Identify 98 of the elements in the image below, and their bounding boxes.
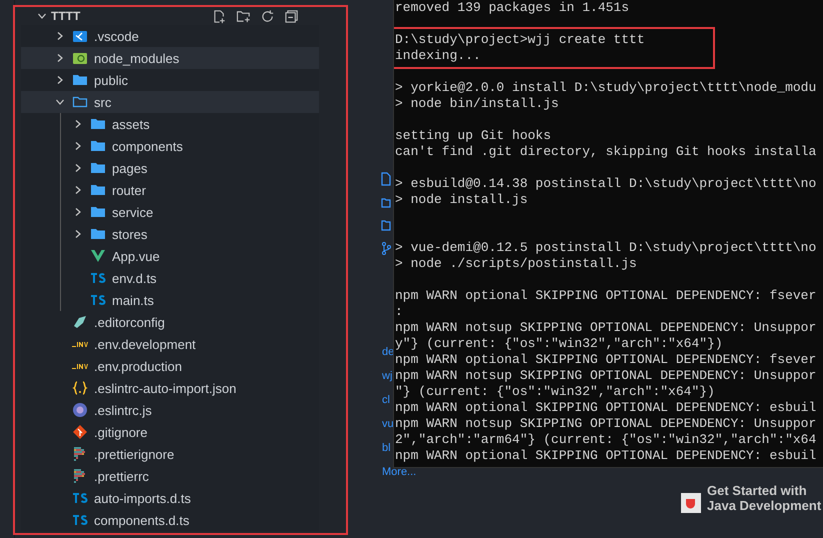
terminal-line: npm WARN notsup SKIPPING OPTIONAL DEPENDENCY: Unsuppor: [394, 320, 816, 336]
file-name: .gitignore: [94, 424, 148, 440]
tree-item[interactable]: router: [21, 179, 319, 201]
file-name: src: [94, 94, 112, 110]
walkthrough-card[interactable]: Get Started with Java Development: [681, 483, 822, 513]
file-name: public: [94, 72, 128, 88]
tree-item[interactable]: .editorconfig: [21, 311, 319, 333]
terminal-line: > node ./scripts/postinstall.js: [394, 256, 638, 272]
terminal-line: indexing...: [394, 48, 482, 64]
file-name: components.d.ts: [94, 512, 190, 528]
file-name: node_modules: [94, 50, 180, 66]
tree-item[interactable]: pages: [21, 157, 319, 179]
terminal-line: D:\study\project>wjj create tttt: [394, 32, 646, 48]
recent-link[interactable]: cl: [382, 393, 390, 407]
file-name: App.vue: [112, 248, 160, 264]
tree-item[interactable]: auto-imports.d.ts: [21, 487, 319, 509]
file-name: stores: [112, 226, 148, 242]
typescript-icon: [72, 512, 88, 528]
tree-item[interactable]: service: [21, 201, 319, 223]
file-name: router: [112, 182, 146, 198]
file-icon: [381, 172, 391, 186]
file-name: .eslintrc-auto-import.json: [94, 380, 236, 396]
collapse-icon[interactable]: [284, 8, 299, 24]
tree-item[interactable]: .env.production: [21, 355, 319, 377]
terminal-line: "} (current: {"os":"win32","arch":"x64"}): [394, 384, 716, 400]
terminal-line: npm WARN optional SKIPPING OPTIONAL DEPENDENCY: esbuil: [394, 400, 816, 416]
vue-icon: [90, 248, 106, 264]
project-title: TTTT: [51, 9, 80, 23]
tree-item[interactable]: .env.development: [21, 333, 319, 355]
tree-item[interactable]: .eslintrc-auto-import.json: [21, 377, 319, 399]
tree-item[interactable]: stores: [21, 223, 319, 245]
tree-item[interactable]: App.vue: [21, 245, 319, 267]
terminal-line: :: [394, 304, 404, 320]
file-name: .prettierrc: [94, 468, 149, 484]
file-name: main.ts: [112, 292, 154, 308]
file-name: .eslintrc.js: [94, 402, 152, 418]
file-name: assets: [112, 116, 150, 132]
terminal-line: removed 139 packages in 1.451s: [394, 0, 630, 16]
file-name: components: [112, 138, 183, 154]
recent-link[interactable]: de: [382, 345, 394, 359]
git-branch-icon: [381, 241, 391, 255]
tree-item[interactable]: .prettierrc: [21, 465, 319, 487]
terminal-line: > node install.js: [394, 192, 529, 208]
terminal-line: > vue-demi@0.12.5 postinstall D:\study\project\tttt\no: [394, 240, 816, 256]
tree-item[interactable]: env.d.ts: [21, 267, 319, 289]
node-folder-icon: [72, 50, 88, 66]
file-name: .vscode: [94, 28, 139, 44]
terminal-line: npm WARN notsup SKIPPING OPTIONAL DEPENDENCY: Unsuppor: [394, 416, 816, 432]
terminal-line: setting up Git hooks: [394, 128, 552, 144]
tree-item[interactable]: components.d.ts: [21, 509, 319, 531]
file-name: .prettierignore: [94, 446, 174, 462]
file-name: .env.production: [94, 358, 182, 374]
terminal-line: > esbuild@0.14.38 postinstall D:\study\project\tttt\no: [394, 176, 816, 192]
terminal-line: npm WARN optional SKIPPING OPTIONAL DEPENDENCY: fsever: [394, 288, 816, 304]
tree-item[interactable]: .prettierignore: [21, 443, 319, 465]
refresh-icon[interactable]: [260, 8, 275, 24]
card-subtitle: Java Development: [707, 498, 822, 513]
file-name: .editorconfig: [94, 314, 165, 330]
chevron-icon: [37, 11, 47, 21]
typescript-icon: [90, 270, 106, 286]
file-name: auto-imports.d.ts: [94, 490, 191, 506]
new-file-icon[interactable]: [212, 8, 227, 24]
tree-item[interactable]: .gitignore: [21, 421, 319, 443]
terminal-line: npm WARN optional SKIPPING OPTIONAL DEPENDENCY: esbuil: [394, 448, 816, 464]
tree-item[interactable]: .vscode: [21, 25, 319, 47]
vscode-folder-icon: [72, 28, 88, 44]
tree-item[interactable]: src: [21, 91, 319, 113]
file-name: service: [112, 204, 154, 220]
terminal-line: 2","arch":"arm64"} (current: {"os":"win32","arch":"x64: [394, 432, 816, 448]
prettier-icon: [72, 446, 88, 462]
folder-icon: [381, 218, 391, 232]
more-link[interactable]: More...: [382, 465, 416, 479]
tree-item[interactable]: .eslintrc.js: [21, 399, 319, 421]
card-title: Get Started with: [707, 483, 808, 498]
file-name: .env.development: [94, 336, 196, 352]
coffee-cup-icon: [681, 493, 701, 513]
terminal-line: can't find .git directory, skipping Git hooks installa: [394, 144, 816, 160]
typescript-icon: [90, 292, 106, 308]
terminal-line: y"} (current: {"os":"win32","arch":"x64"}): [394, 336, 724, 352]
file-name: pages: [112, 160, 148, 176]
recent-link[interactable]: bl: [382, 441, 391, 455]
git-icon: [72, 424, 88, 440]
tree-item[interactable]: public: [21, 69, 319, 91]
terminal-line: npm WARN optional SKIPPING OPTIONAL DEPENDENCY: fsever: [394, 352, 816, 368]
new-folder-icon[interactable]: [236, 8, 251, 24]
recent-link[interactable]: vu: [382, 417, 394, 431]
prettier-icon: [72, 468, 88, 484]
typescript-icon: [72, 490, 88, 506]
tree-item[interactable]: main.ts: [21, 289, 319, 311]
tree-item[interactable]: assets: [21, 113, 319, 135]
braces-icon: [72, 380, 88, 396]
terminal-line: > node bin/install.js: [394, 96, 560, 112]
terminal-line: npm WARN notsup SKIPPING OPTIONAL DEPENDENCY: Unsuppor: [394, 368, 816, 384]
recent-link[interactable]: wj: [382, 369, 392, 383]
file-name: env.d.ts: [112, 270, 157, 286]
tree-item[interactable]: components: [21, 135, 319, 157]
terminal-line: > yorkie@2.0.0 install D:\study\project\tttt\node_modu: [394, 80, 816, 96]
tree-item[interactable]: node_modules: [21, 47, 319, 69]
